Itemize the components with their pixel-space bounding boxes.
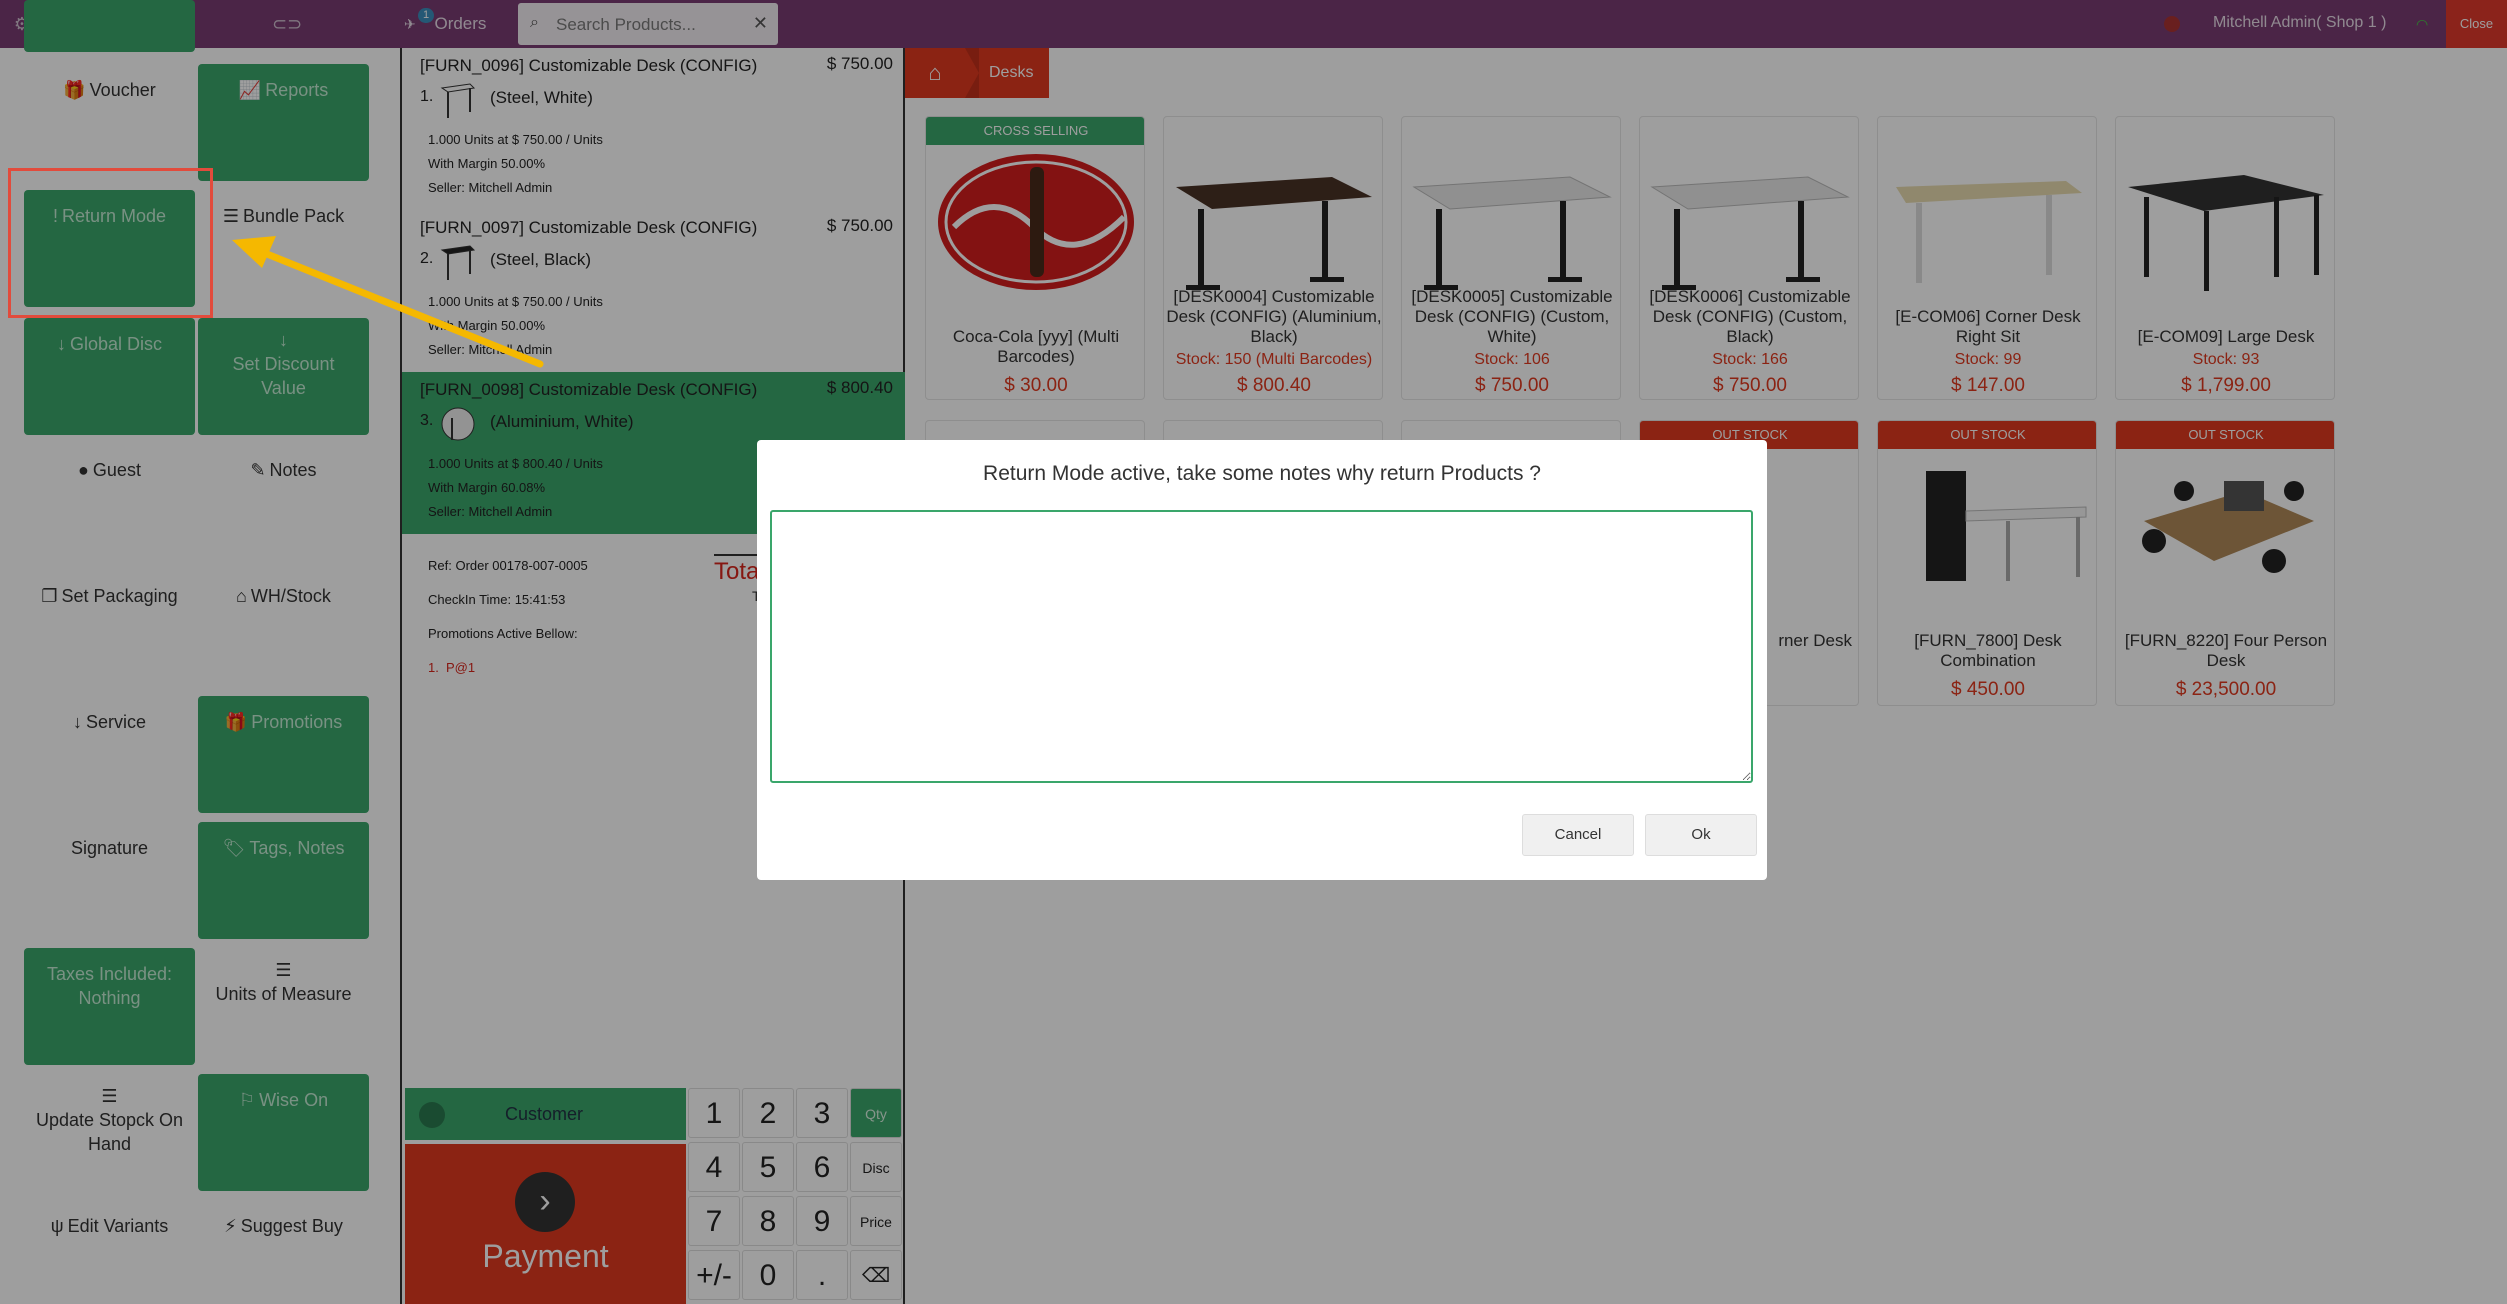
return-mode-highlight	[8, 168, 213, 318]
return-notes-textarea[interactable]	[770, 510, 1753, 783]
dialog-title: Return Mode active, take some notes why …	[983, 462, 1541, 485]
ok-button[interactable]: Ok	[1645, 814, 1757, 856]
cancel-button[interactable]: Cancel	[1522, 814, 1634, 856]
return-notes-dialog: Return Mode active, take some notes why …	[757, 440, 1767, 880]
